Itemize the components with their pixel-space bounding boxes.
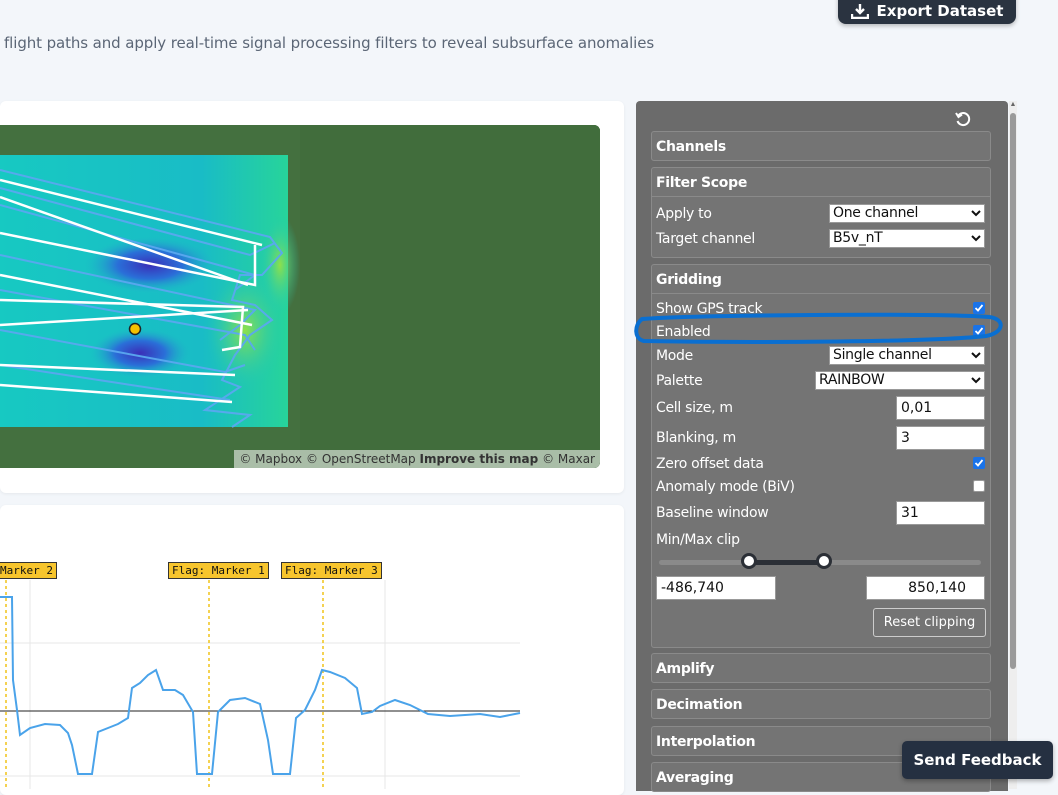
zero-offset-checkbox[interactable]	[973, 457, 985, 469]
chevron-down-icon	[971, 210, 981, 217]
palette-label: Palette	[656, 373, 703, 389]
section-amplify-title: Amplify	[656, 661, 715, 677]
flag-marker-2[interactable]: Marker 2	[0, 562, 57, 579]
flag-marker-3[interactable]: Flag: Marker 3	[281, 562, 382, 579]
cell-size-input[interactable]: 0,01	[896, 396, 985, 420]
attribution-improve-link[interactable]: Improve this map	[419, 452, 538, 466]
section-decimation-title: Decimation	[656, 697, 743, 713]
zero-offset-label: Zero offset data	[656, 456, 764, 472]
mode-value: Single channel	[833, 347, 932, 363]
baseline-window-input[interactable]: 31	[896, 501, 985, 525]
clip-max-input[interactable]: 850,140	[866, 576, 985, 600]
cell-size-label: Cell size, m	[656, 400, 733, 416]
section-channels-title: Channels	[656, 139, 726, 155]
section-filter-scope-title[interactable]: Filter Scope	[656, 175, 747, 191]
target-channel-label: Target channel	[656, 231, 755, 247]
apply-to-select[interactable]: One channel	[829, 204, 985, 223]
blanking-input[interactable]: 3	[896, 426, 985, 450]
export-dataset-button[interactable]: Export Dataset	[838, 0, 1016, 24]
palette-select[interactable]: RAINBOW	[815, 371, 985, 390]
map-view[interactable]: © Mapbox © OpenStreetMap Improve this ma…	[0, 125, 600, 468]
send-feedback-button[interactable]: Send Feedback	[902, 741, 1053, 779]
attribution-maxar[interactable]: © Maxar	[542, 452, 595, 466]
chevron-down-icon	[971, 235, 981, 242]
attribution-mapbox[interactable]: © Mapbox	[239, 452, 302, 466]
download-icon	[850, 4, 869, 19]
chevron-down-icon	[971, 377, 981, 384]
annotation-ellipse	[634, 312, 1003, 344]
check-icon	[974, 459, 984, 467]
map-canvas[interactable]	[0, 125, 600, 468]
min-max-clip-label: Min/Max clip	[656, 532, 740, 548]
attribution-osm[interactable]: © OpenStreetMap	[306, 452, 416, 466]
chevron-down-icon	[971, 352, 981, 359]
clip-slider-min-handle[interactable]	[741, 553, 757, 569]
scrollbar-thumb[interactable]	[1010, 113, 1016, 669]
export-dataset-label: Export Dataset	[876, 2, 1004, 20]
clip-slider-max-handle[interactable]	[816, 553, 832, 569]
section-interpolation-title: Interpolation	[656, 734, 756, 750]
target-channel-select[interactable]: B5v_nT	[829, 229, 985, 248]
reset-clipping-button[interactable]: Reset clipping	[873, 608, 986, 637]
palette-value: RAINBOW	[819, 372, 885, 388]
anomaly-mode-label: Anomaly mode (BiV)	[656, 479, 795, 495]
baseline-window-label: Baseline window	[656, 505, 769, 521]
signal-series-line	[0, 596, 521, 775]
panel-scrollbar[interactable]	[1009, 101, 1017, 789]
signal-chart[interactable]	[0, 505, 624, 789]
page-subtitle: flight paths and apply real-time signal …	[4, 34, 655, 52]
mode-select[interactable]: Single channel	[829, 346, 985, 365]
section-gridding-title[interactable]: Gridding	[656, 272, 722, 288]
clip-slider-range	[750, 560, 824, 565]
apply-to-value: One channel	[833, 205, 919, 221]
target-channel-value: B5v_nT	[833, 230, 883, 246]
anomaly-mode-checkbox[interactable]	[973, 480, 985, 492]
reset-icon[interactable]	[954, 110, 972, 128]
apply-to-label: Apply to	[656, 206, 712, 222]
scroll-up-arrow-icon[interactable]: ▲	[1009, 101, 1017, 109]
blanking-label: Blanking, m	[656, 430, 736, 446]
clip-min-input[interactable]: -486,740	[656, 576, 776, 600]
map-attribution: © Mapbox © OpenStreetMap Improve this ma…	[234, 450, 600, 468]
flag-marker-1[interactable]: Flag: Marker 1	[168, 562, 269, 579]
section-averaging-title: Averaging	[656, 770, 734, 786]
mode-label: Mode	[656, 348, 693, 364]
